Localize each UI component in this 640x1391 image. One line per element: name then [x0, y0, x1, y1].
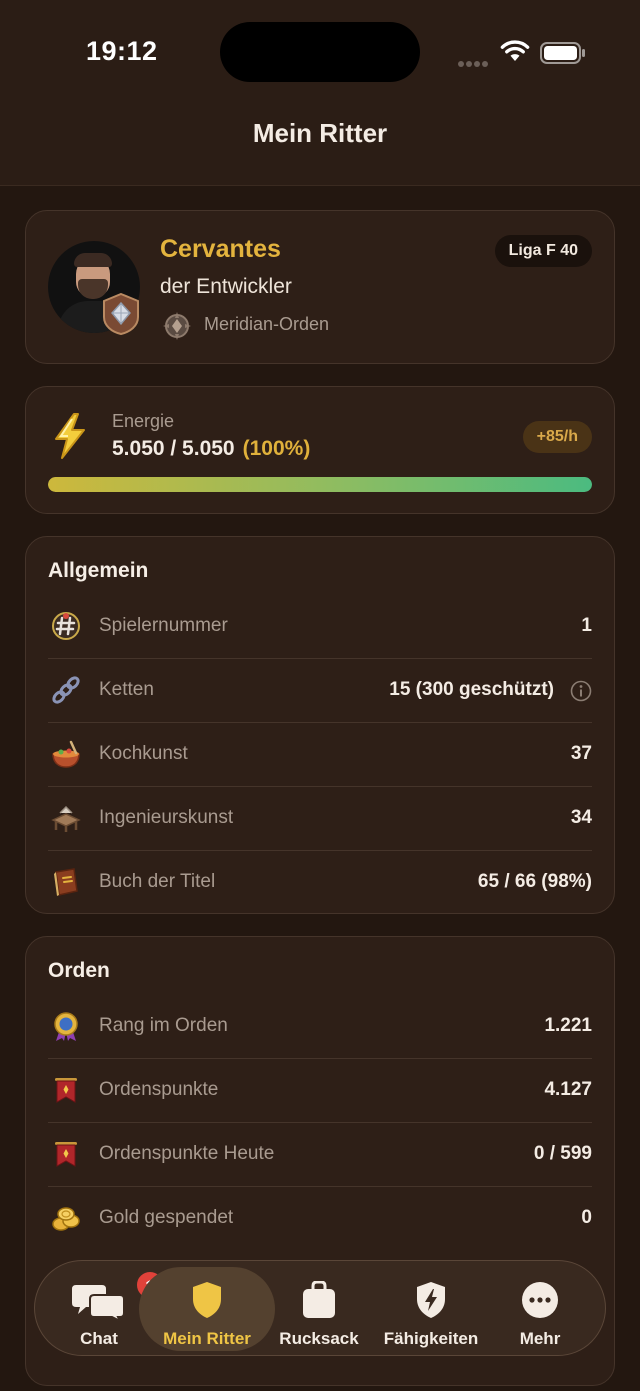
- info-icon[interactable]: [570, 680, 592, 702]
- list-item: Gold gespendet 0: [48, 1187, 592, 1251]
- order-points-icon: [55, 1078, 77, 1103]
- energy-rate-badge: +85/h: [522, 421, 592, 453]
- row-label: Rang im Orden: [99, 1015, 228, 1036]
- rank-badge-icon: [103, 293, 139, 335]
- section-title-order: Orden: [48, 959, 110, 982]
- tab-label: Mein Ritter: [163, 1329, 251, 1348]
- title-book-icon: [54, 868, 78, 896]
- tab-label: Rucksack: [279, 1329, 359, 1348]
- abilities-icon: [417, 1282, 445, 1318]
- row-label: Kochkunst: [99, 743, 188, 764]
- row-value: 0 / 599: [533, 1143, 592, 1164]
- list-item: Ordenspunkte Heute 0 / 599: [48, 1123, 592, 1187]
- knight-name: Cervantes: [160, 235, 281, 263]
- status-time: 19:12: [86, 36, 158, 66]
- chat-icon: [72, 1285, 125, 1321]
- gold-icon: [52, 1207, 80, 1231]
- list-item: Ordenspunkte 4.127: [48, 1059, 592, 1123]
- list-item: Rang im Orden 1.221: [48, 995, 592, 1059]
- list-item: Spielernummer 1: [48, 595, 592, 659]
- battery-icon: [540, 42, 585, 64]
- row-label: Buch der Titel: [99, 871, 216, 892]
- row-value: 4.127: [544, 1079, 592, 1100]
- wifi-icon: [500, 40, 530, 61]
- section-title-general: Allgemein: [48, 559, 149, 582]
- row-value: 37: [570, 743, 592, 764]
- cellular-signal-icon: [458, 54, 490, 72]
- energy-percent: (100%): [242, 437, 311, 460]
- row-value: 15 (300 geschützt): [389, 679, 554, 700]
- row-value: 34: [570, 807, 592, 828]
- chains-icon: [52, 676, 80, 704]
- order-rank-icon: [54, 1012, 78, 1041]
- energy-card: Energie 5.050 / 5.050 (100%) +85/h: [25, 386, 615, 514]
- row-value: 1: [581, 615, 592, 636]
- dynamic-island: [220, 22, 420, 82]
- list-item: Ingenieurskunst 34: [48, 787, 592, 851]
- more-icon: [522, 1282, 558, 1318]
- knight-title: der Entwickler: [160, 275, 292, 298]
- tab-mein-ritter[interactable]: Mein Ritter: [139, 1267, 275, 1351]
- order-points-today-icon: [55, 1142, 77, 1167]
- row-value: 1.221: [544, 1015, 592, 1036]
- row-label: Spielernummer: [99, 615, 228, 636]
- list-item: Ketten 15 (300 geschützt): [48, 659, 592, 723]
- row-label: Ordenspunkte Heute: [99, 1143, 275, 1164]
- tab-faehigkeiten[interactable]: Fähigkeiten: [373, 1267, 489, 1351]
- lightning-icon: [55, 413, 85, 459]
- shield-icon: [193, 1282, 221, 1318]
- energy-progress-fill: [48, 477, 592, 492]
- tab-label: Fähigkeiten: [383, 1329, 479, 1348]
- order-emblem-icon: [163, 312, 191, 340]
- row-label: Ingenieurskunst: [99, 807, 234, 828]
- status-icons: [458, 40, 588, 67]
- bottom-tab-bar: 1 Chat Mein Ritter Rucksack Fähigkeiten …: [34, 1260, 606, 1356]
- order-name: Meridian-Orden: [204, 314, 330, 334]
- tab-label: Chat: [80, 1329, 118, 1348]
- profile-card[interactable]: Cervantes der Entwickler Meridian-Orden …: [25, 210, 615, 364]
- energy-value: 5.050 / 5.050 (100%): [112, 437, 310, 461]
- general-stats-card: Allgemein Spielernummer 1 Ketten 15 (300…: [25, 536, 615, 914]
- page-title: Mein Ritter: [252, 118, 388, 148]
- engineering-icon: [51, 805, 81, 832]
- league-badge: Liga F 40: [494, 235, 592, 267]
- general-stats-list: Spielernummer 1 Ketten 15 (300 geschützt…: [48, 595, 592, 915]
- status-bar: 19:12: [0, 0, 640, 100]
- tab-mehr[interactable]: Mehr: [495, 1267, 585, 1351]
- player-number-icon: [52, 612, 80, 640]
- row-label: Ketten: [99, 679, 154, 700]
- tab-chat[interactable]: 1 Chat: [49, 1267, 165, 1351]
- list-item: Buch der Titel 65 / 66 (98%): [48, 851, 592, 915]
- order-stats-list: Rang im Orden 1.221 Ordenspunkte 4.127 O…: [48, 995, 592, 1251]
- row-label: Ordenspunkte: [99, 1079, 219, 1100]
- energy-amount: 5.050 / 5.050: [112, 437, 235, 460]
- backpack-icon: [303, 1281, 335, 1318]
- tab-label: Mehr: [519, 1329, 561, 1348]
- energy-label: Energie: [112, 411, 175, 431]
- row-value: 65 / 66 (98%): [477, 871, 592, 892]
- row-label: Gold gespendet: [99, 1207, 234, 1228]
- page-header: Mein Ritter: [0, 100, 640, 186]
- cooking-icon: [52, 740, 80, 768]
- energy-progress-bar: [48, 477, 592, 492]
- row-value: 0: [581, 1207, 592, 1228]
- list-item: Kochkunst 37: [48, 723, 592, 787]
- tab-rucksack[interactable]: Rucksack: [271, 1267, 367, 1351]
